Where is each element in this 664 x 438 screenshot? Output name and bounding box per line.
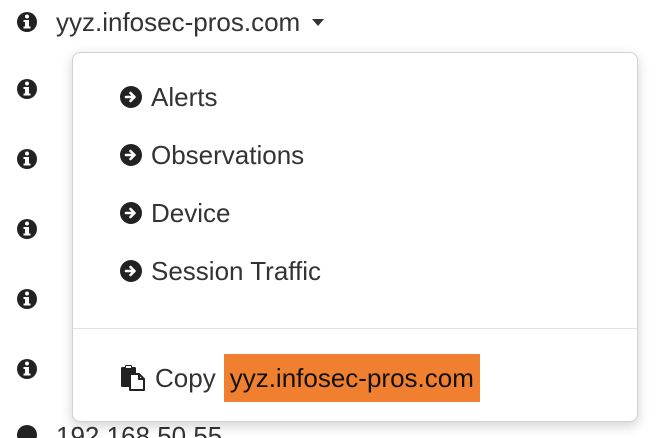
domain-dropdown-toggle[interactable]: yyz.infosec-pros.com (56, 2, 325, 42)
circle-arrow-right-icon (120, 144, 142, 166)
context-dropdown-menu: Alerts Observations Device Session Traff… (72, 52, 638, 422)
copy-label: Copy (155, 362, 216, 393)
domain-label: yyz.infosec-pros.com (56, 7, 301, 37)
info-icon (17, 219, 37, 239)
menu-item-label: Session Traffic (151, 255, 322, 286)
menu-item-session-traffic[interactable]: Session Traffic (119, 251, 321, 291)
circle-arrow-right-icon (120, 260, 142, 282)
menu-item-label: Observations (151, 139, 305, 170)
info-icon (17, 149, 37, 169)
menu-item-device[interactable]: Device (119, 193, 230, 233)
info-icon (17, 425, 37, 438)
circle-arrow-right-icon (120, 86, 142, 108)
copy-value-highlight: yyz.infosec-pros.com (223, 354, 480, 402)
menu-item-label: Alerts (151, 81, 218, 112)
info-icon (17, 289, 37, 309)
menu-item-label: Device (151, 197, 231, 228)
info-icon (17, 79, 37, 99)
menu-item-copy[interactable]: Copy yyz.infosec-pros.com (119, 353, 480, 403)
paste-icon (121, 365, 145, 391)
circle-arrow-right-icon (120, 202, 142, 224)
caret-down-icon (312, 18, 325, 26)
info-icon (17, 12, 37, 32)
menu-divider (73, 328, 637, 329)
info-icon (17, 359, 37, 379)
menu-item-alerts[interactable]: Alerts (119, 77, 217, 117)
menu-item-observations[interactable]: Observations (119, 135, 304, 175)
